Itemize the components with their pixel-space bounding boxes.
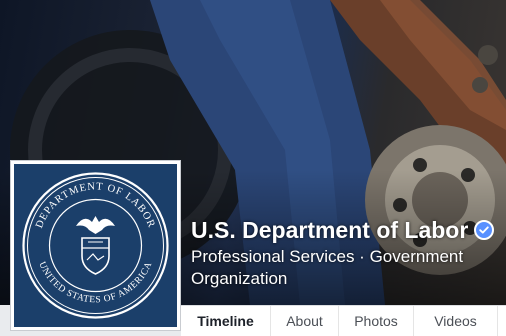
profile-picture[interactable]: DEPARTMENT OF LABOR UNITED STATES OF AME…	[14, 164, 177, 327]
tab-videos[interactable]: Videos	[414, 306, 498, 336]
page-tab-bar: Timeline About Photos Videos	[181, 305, 506, 336]
tab-photos[interactable]: Photos	[339, 306, 414, 336]
page-category: Professional Services · Government Organ…	[191, 247, 464, 288]
department-of-labor-seal-icon: DEPARTMENT OF LABOR UNITED STATES OF AME…	[22, 172, 169, 319]
page-name[interactable]: U.S. Department of Labor	[191, 217, 468, 244]
page-title: U.S. Department of Labor	[191, 215, 495, 245]
tab-about[interactable]: About	[271, 306, 339, 336]
verified-badge-icon	[474, 220, 495, 240]
seal-text-bottom: UNITED STATES OF AMERICA	[36, 260, 154, 305]
tab-timeline[interactable]: Timeline	[181, 306, 271, 336]
profile-picture-frame[interactable]: DEPARTMENT OF LABOR UNITED STATES OF AME…	[10, 160, 181, 331]
